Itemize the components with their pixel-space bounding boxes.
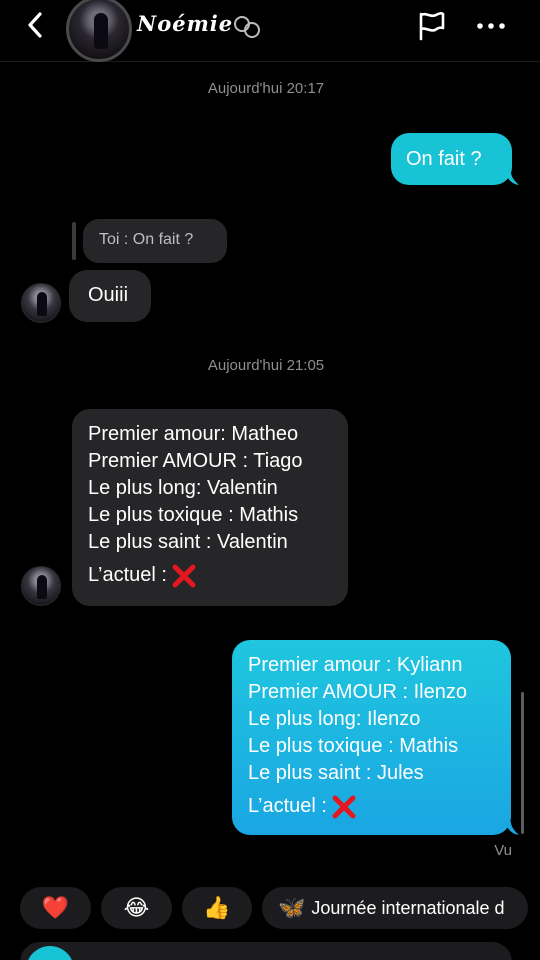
contact-avatar[interactable] (66, 0, 132, 62)
back-button[interactable] (20, 8, 50, 42)
x-mark-icon (172, 564, 196, 588)
message-line-last: L’actuel : (248, 793, 511, 820)
outgoing-message-list[interactable]: Premier amour : Kyliann Premier AMOUR : … (232, 640, 511, 835)
chat-header: Noémie (0, 0, 540, 62)
contact-name[interactable]: Noémie (137, 11, 233, 36)
message-line: Le plus saint : Jules (248, 762, 424, 784)
message-line: Le plus long: Ilenzo (248, 708, 421, 730)
sender-avatar[interactable] (21, 566, 61, 606)
incoming-message[interactable]: Ouiii (69, 270, 151, 322)
message-line-text: L’actuel : (88, 564, 167, 586)
event-sticker-chip[interactable]: 🦋 Journée internationale d (262, 887, 528, 929)
reaction-heart-button[interactable]: ❤️ (20, 887, 91, 929)
quoted-reply[interactable]: Toi : On fait ? (83, 219, 227, 263)
reaction-thumbs-button[interactable]: 👍 (182, 887, 252, 929)
butterfly-icon: 🦋 (278, 895, 306, 920)
message-composer[interactable] (20, 942, 512, 960)
laugh-emoji-icon: 😂 (123, 895, 150, 920)
message-line-text: L’actuel : (248, 795, 327, 817)
bubble-tail (505, 172, 519, 185)
message-line-last: L’actuel : (88, 562, 348, 589)
back-chevron-icon (28, 12, 42, 38)
event-label: Journée internationale d (311, 897, 505, 918)
heart-icon: ❤️ (41, 895, 70, 920)
scrollbar[interactable] (521, 692, 524, 834)
reaction-laugh-button[interactable]: 😂 (101, 887, 172, 929)
message-line: Le plus toxique : Mathis (248, 735, 459, 757)
message-line: Premier AMOUR : Ilenzo (248, 681, 467, 703)
timestamp: Aujourd'hui 20:17 (207, 80, 325, 97)
rings-icon (234, 16, 260, 38)
flag-icon[interactable] (416, 10, 448, 42)
message-line: Premier amour : Kyliann (248, 654, 463, 676)
x-mark-icon (332, 795, 356, 819)
bubble-tail (505, 822, 519, 835)
more-icon[interactable] (474, 12, 508, 40)
message-line: Premier AMOUR : Tiago (88, 450, 303, 472)
message-line: Le plus long: Valentin (88, 477, 278, 499)
thumbs-up-icon: 👍 (203, 895, 231, 920)
seen-status: Vu (494, 842, 512, 859)
timestamp: Aujourd'hui 21:05 (207, 357, 325, 374)
incoming-message-list[interactable]: Premier amour: Matheo Premier AMOUR : Ti… (72, 409, 348, 606)
message-line: Premier amour: Matheo (88, 423, 299, 445)
quote-bar (72, 222, 76, 260)
sender-avatar[interactable] (21, 283, 61, 323)
outgoing-message[interactable]: On fait ? (391, 133, 512, 185)
message-line: Le plus saint : Valentin (88, 531, 288, 553)
message-line: Le plus toxique : Mathis (88, 504, 299, 526)
